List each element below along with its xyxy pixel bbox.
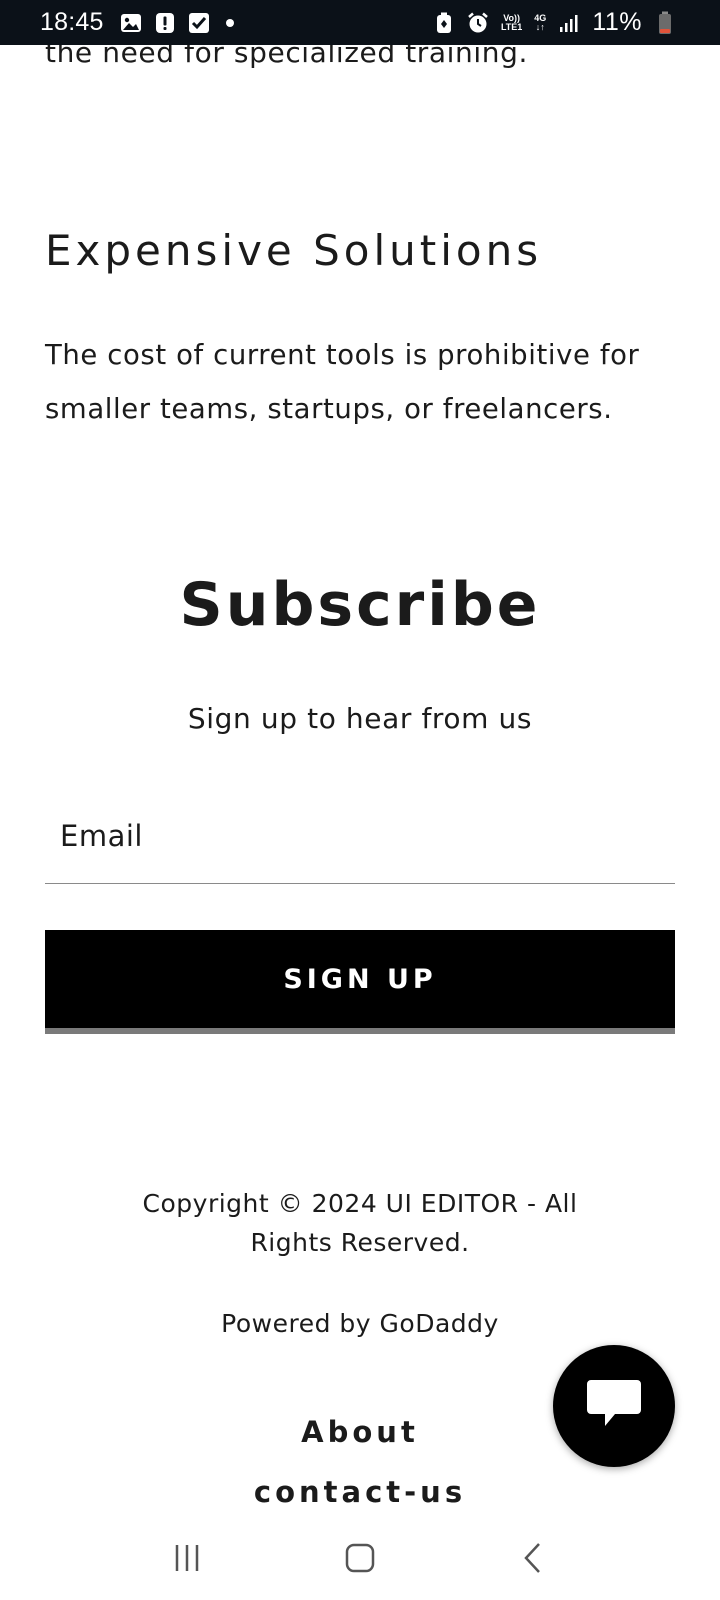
alert-icon — [154, 12, 176, 34]
home-icon — [344, 1542, 376, 1578]
alarm-icon — [467, 12, 489, 34]
volte-icon: Vo)) LTE1 — [500, 13, 523, 32]
chat-bubble-icon — [585, 1378, 643, 1434]
footer-link-contact-us[interactable]: contact-us — [0, 1475, 720, 1509]
notification-dot-icon — [225, 18, 234, 27]
status-bar-right: Vo)) LTE1 4G ↓↑ 11% — [433, 8, 676, 37]
status-bar: 18:45 Vo)) LTE1 4G ↓↑ 11% — [0, 0, 720, 45]
back-button[interactable] — [503, 1530, 563, 1590]
subscribe-subtitle: Sign up to hear from us — [187, 702, 533, 735]
powered-by: Powered by GoDaddy — [0, 1309, 720, 1338]
recent-apps-icon — [172, 1543, 202, 1577]
navigation-bar — [0, 1520, 720, 1600]
copyright-text: Copyright © 2024 UI EDITOR - All Rights … — [142, 1189, 578, 1257]
recent-apps-button[interactable] — [157, 1530, 217, 1590]
battery-icon — [654, 11, 676, 34]
battery-percent: 11% — [592, 8, 642, 36]
back-icon — [521, 1541, 545, 1579]
home-button[interactable] — [330, 1530, 390, 1590]
battery-saver-icon — [433, 12, 455, 34]
section-heading: Expensive Solutions — [45, 226, 543, 275]
godaddy-link[interactable]: GoDaddy — [380, 1309, 499, 1338]
status-bar-left: 18:45 — [40, 8, 234, 37]
network-4g-icon: 4G ↓↑ — [534, 13, 546, 32]
signal-icon — [558, 12, 580, 34]
data-arrows-icon: ↓↑ — [535, 21, 545, 32]
subscribe-title: Subscribe — [179, 570, 541, 640]
section-body: The cost of current tools is prohibitive… — [45, 339, 640, 425]
status-time: 18:45 — [40, 8, 104, 36]
page-content: the need for specialized training. Expen… — [0, 0, 720, 1600]
powered-by-prefix: Powered by — [221, 1309, 380, 1338]
email-field[interactable] — [45, 788, 675, 884]
screen: the need for specialized training. Expen… — [0, 0, 720, 1600]
checkbox-icon — [188, 12, 210, 34]
volte-label-bottom: LTE1 — [500, 21, 523, 32]
chat-button[interactable] — [553, 1345, 675, 1467]
sign-up-button[interactable]: SIGN UP — [45, 930, 675, 1034]
gallery-icon — [120, 12, 142, 34]
